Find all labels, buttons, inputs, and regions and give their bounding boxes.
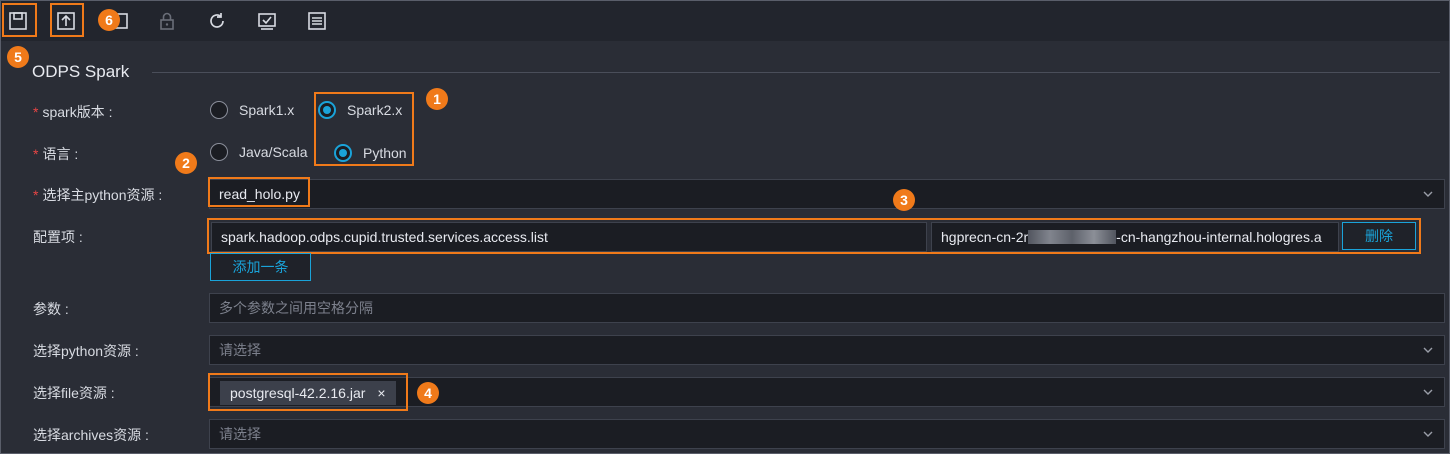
file-tag: postgresql-42.2.16.jar × <box>220 381 396 405</box>
main-python-resource-label-text: 选择主python资源 : <box>42 187 163 203</box>
required-mark: * <box>33 187 39 203</box>
chevron-down-icon <box>1423 431 1433 437</box>
lock-icon[interactable] <box>154 8 180 34</box>
refresh-icon[interactable] <box>204 8 230 34</box>
spark-version-label-text: spark版本 : <box>42 104 113 120</box>
radio-dot-selected[interactable] <box>334 144 352 162</box>
file-resource-label: 选择file资源 : <box>33 385 115 401</box>
radio-dot[interactable] <box>210 101 228 119</box>
params-placeholder: 多个参数之间用空格分隔 <box>219 300 373 316</box>
section-divider <box>152 72 1440 73</box>
callout-badge-2: 2 <box>175 152 197 174</box>
add-config-button[interactable]: 添加一条 <box>210 253 311 281</box>
archives-resource-select[interactable]: 请选择 <box>209 419 1445 449</box>
callout-badge-6: 6 <box>98 9 120 31</box>
callout-badge-1: 1 <box>426 88 448 110</box>
config-value-input[interactable]: hgprecn-cn-2r -cn-hangzhou-internal.holog… <box>931 222 1339 252</box>
radio-python-label: Python <box>363 145 407 161</box>
chevron-down-icon <box>1423 191 1433 197</box>
radio-java-scala[interactable]: Java/Scala <box>210 143 307 161</box>
radio-spark1-label: Spark1.x <box>239 102 295 118</box>
config-label: 配置项 : <box>33 229 83 245</box>
radio-spark2-label: Spark2.x <box>347 102 403 118</box>
radio-dot-selected[interactable] <box>318 101 336 119</box>
callout-badge-3: 3 <box>893 189 915 211</box>
file-tag-label: postgresql-42.2.16.jar <box>230 385 366 401</box>
radio-python[interactable]: Python <box>334 144 407 162</box>
save-icon[interactable] <box>5 8 31 34</box>
main-python-resource-value: read_holo.py <box>219 186 300 202</box>
config-value-suffix: -cn-hangzhou-internal.hologres.a <box>1116 229 1322 245</box>
submit-icon[interactable] <box>53 8 79 34</box>
params-input[interactable]: 多个参数之间用空格分隔 <box>209 293 1445 323</box>
toolbar <box>1 1 1449 41</box>
params-label: 参数 : <box>33 301 69 317</box>
required-mark: * <box>33 146 39 162</box>
language-label: * 语言 : <box>33 144 78 164</box>
chevron-down-icon <box>1423 347 1433 353</box>
redacted-text <box>1028 230 1117 244</box>
archives-resource-label: 选择archives资源 : <box>33 427 149 443</box>
callout-badge-5: 5 <box>7 46 29 68</box>
delete-config-button[interactable]: 删除 <box>1342 222 1416 250</box>
callout-badge-4: 4 <box>417 382 439 404</box>
radio-dot[interactable] <box>210 143 228 161</box>
archives-resource-placeholder: 请选择 <box>219 426 261 442</box>
config-key-input[interactable]: spark.hadoop.odps.cupid.trusted.services… <box>211 222 927 252</box>
radio-spark2[interactable]: Spark2.x <box>318 101 402 119</box>
python-resource-select[interactable]: 请选择 <box>209 335 1445 365</box>
config-key-value: spark.hadoop.odps.cupid.trusted.services… <box>221 229 548 245</box>
language-label-text: 语言 : <box>42 146 79 162</box>
python-resource-label: 选择python资源 : <box>33 343 139 359</box>
spark-version-label: * spark版本 : <box>33 102 112 122</box>
chevron-down-icon <box>1423 389 1433 395</box>
main-python-resource-select[interactable]: read_holo.py <box>209 179 1445 209</box>
main-python-resource-label: * 选择主python资源 : <box>33 185 162 205</box>
radio-java-scala-label: Java/Scala <box>239 144 308 160</box>
check-icon[interactable] <box>254 8 280 34</box>
list-icon[interactable] <box>304 8 330 34</box>
radio-spark1[interactable]: Spark1.x <box>210 101 294 119</box>
required-mark: * <box>33 104 39 120</box>
python-resource-placeholder: 请选择 <box>219 342 261 358</box>
section-title: ODPS Spark <box>32 62 130 81</box>
config-value-prefix: hgprecn-cn-2r <box>941 229 1029 245</box>
close-icon[interactable]: × <box>377 385 385 401</box>
